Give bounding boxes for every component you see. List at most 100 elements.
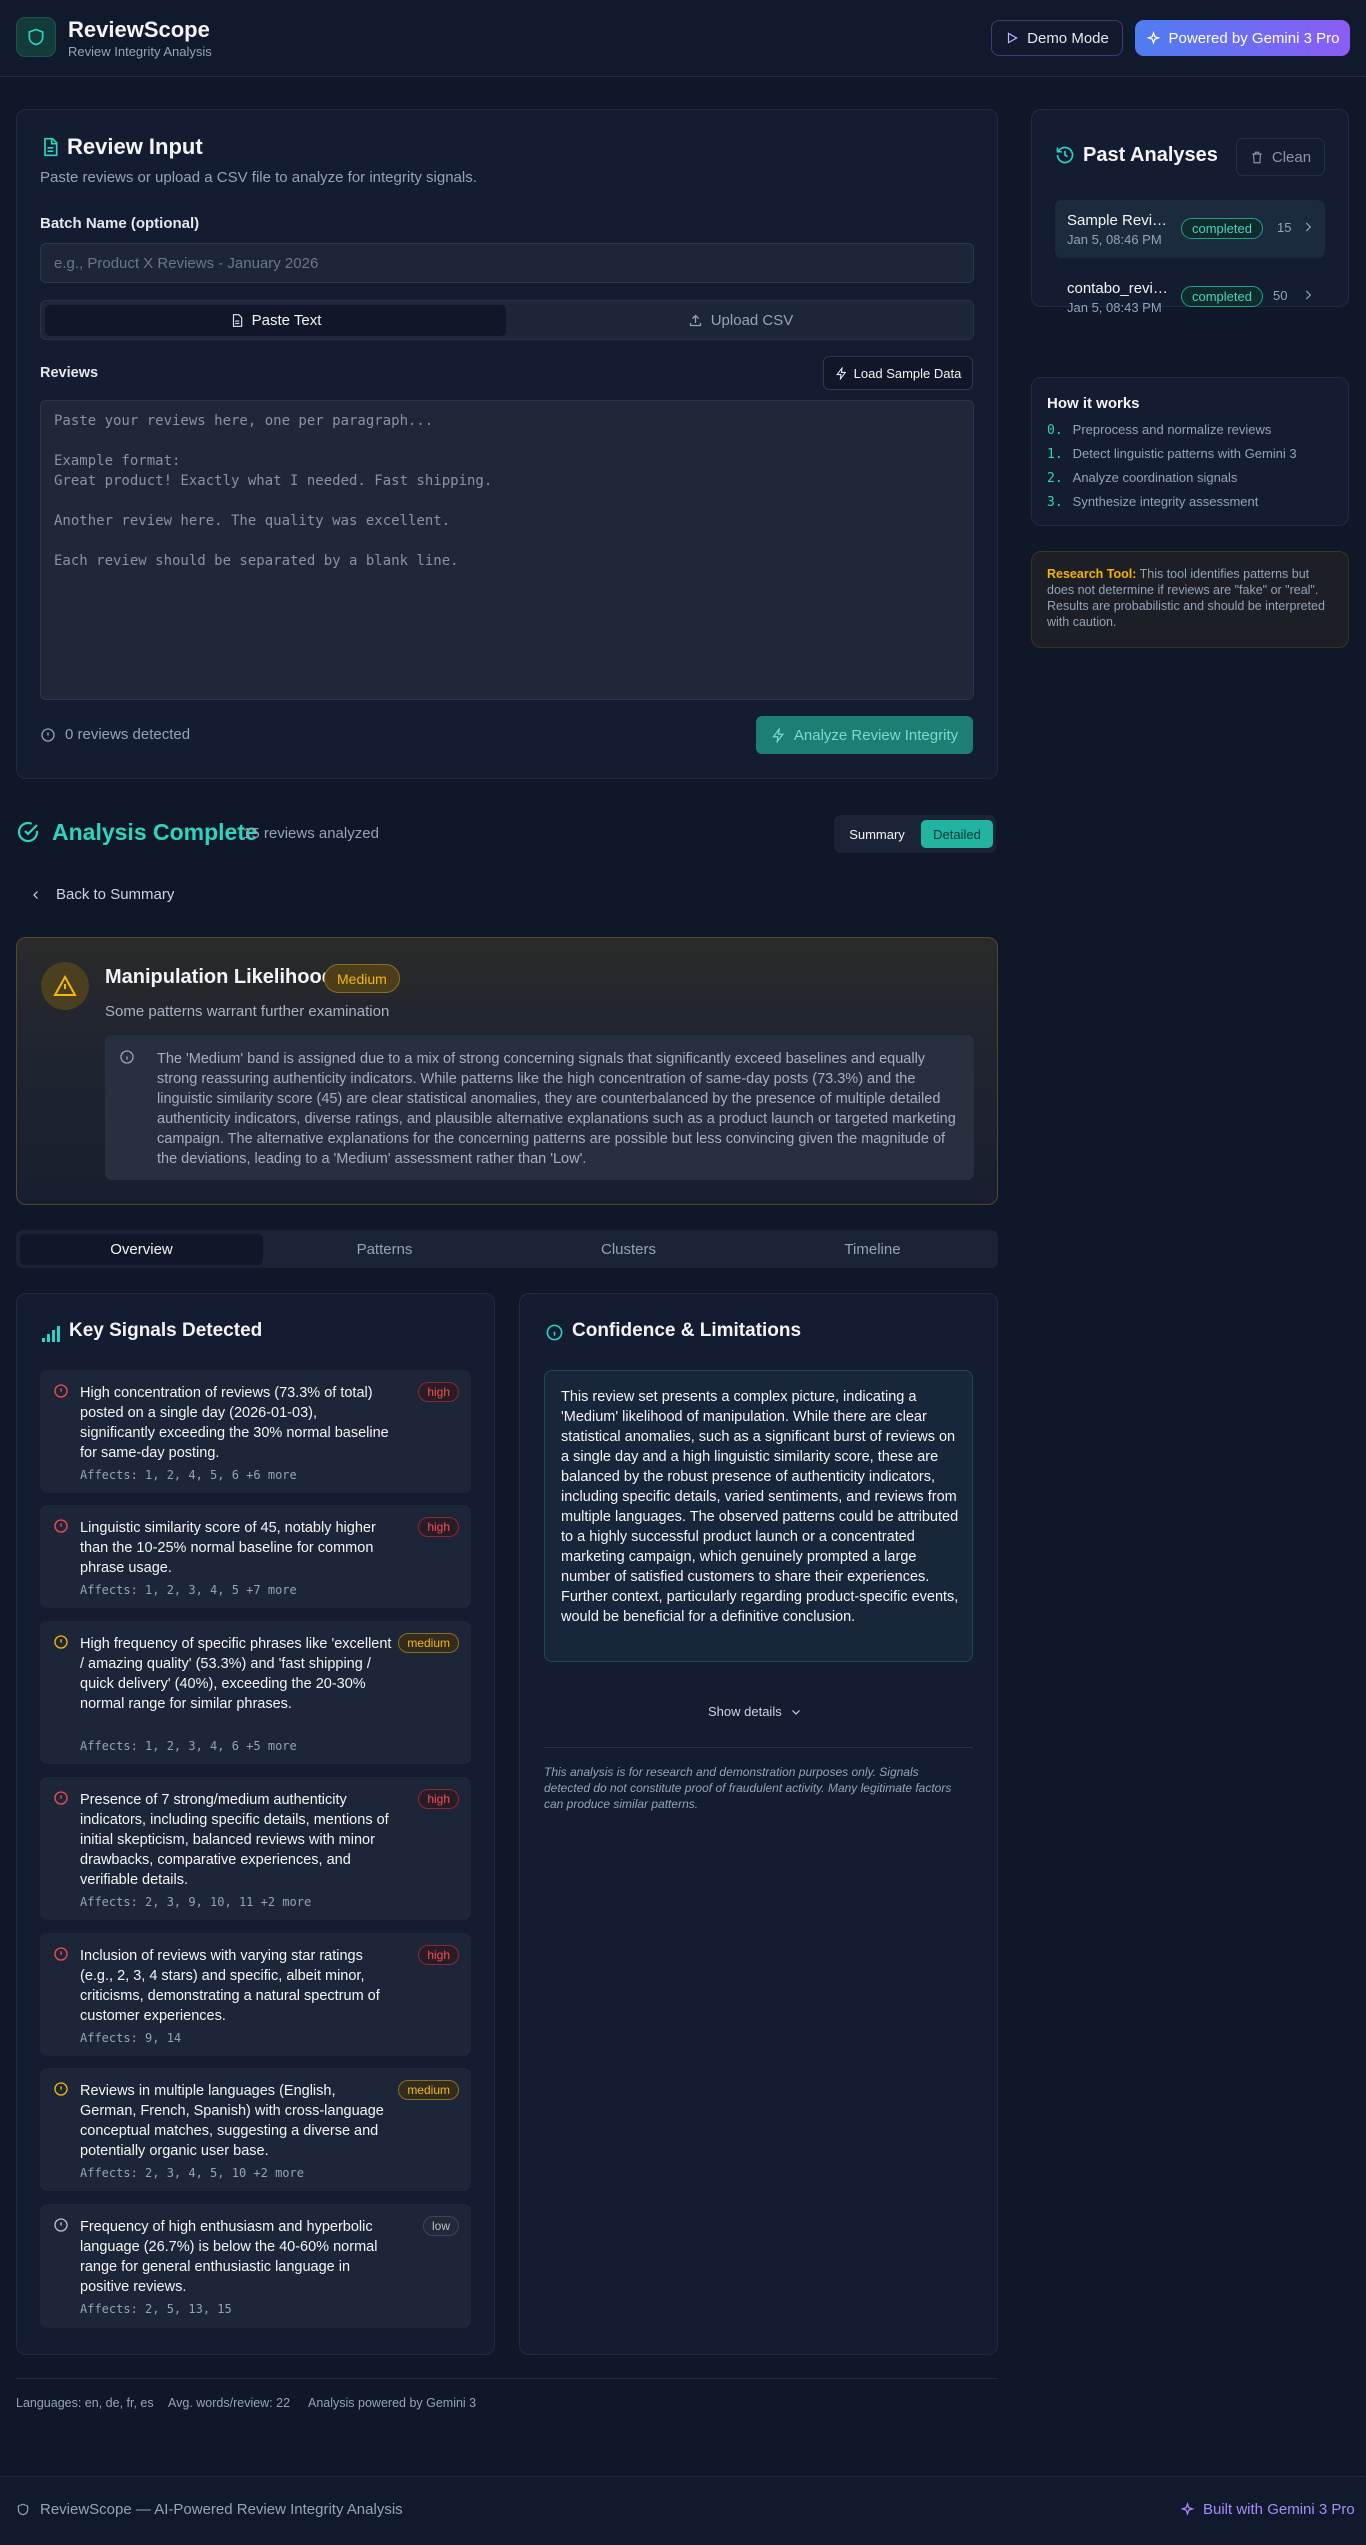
- summary-view-button[interactable]: Summary: [838, 820, 916, 848]
- step-number: 1.: [1047, 447, 1063, 462]
- document-icon: [44, 137, 58, 157]
- batch-name-label: Batch Name (optional): [40, 215, 200, 232]
- tab-paste-text[interactable]: Paste Text: [45, 305, 506, 336]
- severity-badge: high: [418, 1382, 459, 1402]
- play-icon: [1008, 32, 1018, 44]
- signal-affects: Affects: 1, 2, 4, 5, 6 +6 more: [80, 1468, 297, 1482]
- input-mode-toggle: Paste Text Upload CSV: [40, 300, 974, 340]
- show-details-button[interactable]: Show details: [708, 1704, 802, 1719]
- signal-affects: Affects: 1, 2, 3, 4, 5 +7 more: [80, 1583, 297, 1597]
- avg-words-meta: Avg. words/review: 22: [168, 2396, 291, 2410]
- built-with-label: Built with Gemini 3 Pro: [1203, 2501, 1355, 2518]
- review-input-subtitle: Paste reviews or upload a CSV file to an…: [40, 169, 477, 186]
- check-circle-icon: [17, 821, 39, 843]
- brand-title: ReviewScope: [68, 17, 210, 42]
- research-tool-text: Research Tool: This tool identifies patt…: [1047, 566, 1337, 630]
- load-sample-data-button[interactable]: Load Sample Data: [823, 356, 973, 390]
- detailed-view-button[interactable]: Detailed: [921, 820, 993, 848]
- past-analysis-date: Jan 5, 08:46 PM: [1067, 232, 1162, 247]
- warning-icon: [53, 974, 77, 996]
- past-analysis-item[interactable]: contabo_reviews Jan 5, 08:43 PM complete…: [1055, 268, 1325, 326]
- chevron-right-icon: [1305, 290, 1312, 300]
- key-signals-title: Key Signals Detected: [69, 1320, 263, 1341]
- shield-icon: [17, 2503, 29, 2516]
- alert-circle-icon: [54, 1791, 68, 1805]
- back-to-summary-link[interactable]: Back to Summary: [30, 886, 174, 903]
- reviews-detected-text: 0 reviews detected: [65, 726, 191, 743]
- signal-text: High concentration of reviews (73.3% of …: [80, 1385, 389, 1461]
- signal-text: High frequency of specific phrases like …: [80, 1636, 392, 1712]
- signal-affects: Affects: 2, 3, 4, 5, 10 +2 more: [80, 2166, 304, 2180]
- tab-patterns[interactable]: Patterns: [263, 1234, 506, 1265]
- signal-item: Frequency of high enthusiasm and hyperbo…: [40, 2204, 471, 2328]
- analyze-label: Analyze Review Integrity: [793, 726, 959, 744]
- load-sample-data-label: Load Sample Data: [853, 365, 962, 381]
- past-analysis-item[interactable]: Sample Reviews Jan 5, 08:46 PM completed…: [1055, 200, 1325, 258]
- tab-overview[interactable]: Overview: [20, 1234, 263, 1265]
- signal-text: Frequency of high enthusiasm and hyperbo…: [80, 2219, 378, 2295]
- powered-by-label: Powered by Gemini 3 Pro: [1168, 29, 1340, 47]
- analyze-review-integrity-button[interactable]: Analyze Review Integrity: [756, 716, 973, 754]
- lightning-icon: [772, 727, 784, 743]
- how-step: 3. Synthesize integrity assessment: [1047, 494, 1258, 510]
- batch-name-input[interactable]: [40, 243, 974, 283]
- logo: [16, 17, 56, 57]
- powered-meta: Analysis powered by Gemini 3: [308, 2396, 477, 2410]
- warning-badge: [41, 962, 89, 1010]
- built-with-gemini-link[interactable]: Built with Gemini 3 Pro: [1180, 2501, 1355, 2518]
- step-number: 2.: [1047, 471, 1063, 486]
- past-analysis-name: Sample Reviews: [1067, 212, 1175, 229]
- chevron-left-icon: [33, 890, 38, 899]
- signal-affects: Affects: 2, 5, 13, 15: [80, 2302, 232, 2316]
- app-header: ReviewScope Review Integrity Analysis De…: [0, 0, 1366, 77]
- signal-text: Reviews in multiple languages (English, …: [80, 2083, 384, 2159]
- clean-button[interactable]: Clean: [1236, 138, 1325, 176]
- severity-badge: high: [418, 1517, 459, 1537]
- tab-clusters[interactable]: Clusters: [507, 1234, 750, 1265]
- divider: [16, 2378, 998, 2379]
- how-step: 2. Analyze coordination signals: [1047, 470, 1237, 486]
- step-text: Synthesize integrity assessment: [1072, 494, 1259, 509]
- signal-affects: Affects: 1, 2, 3, 4, 6 +5 more: [80, 1739, 297, 1753]
- step-number: 3.: [1047, 495, 1063, 510]
- reviews-detected-count: 0 reviews detected: [40, 726, 190, 743]
- signal-bars-icon: [42, 1326, 60, 1342]
- severity-badge: high: [418, 1789, 459, 1809]
- demo-mode-label: Demo Mode: [1027, 29, 1109, 47]
- shield-icon: [28, 28, 44, 46]
- chevron-down-icon: [791, 1709, 800, 1715]
- alert-circle-icon: [54, 2218, 68, 2232]
- alert-circle-icon: [54, 1384, 68, 1398]
- status-badge: completed: [1181, 218, 1263, 239]
- tab-paste-text-label: Paste Text: [251, 312, 322, 329]
- disclaimer-text: This analysis is for research and demons…: [544, 1765, 952, 1811]
- tab-timeline[interactable]: Timeline: [751, 1234, 994, 1265]
- confidence-limitations-title: Confidence & Limitations: [572, 1320, 802, 1341]
- sparkle-icon: [1180, 2502, 1195, 2516]
- show-details-label: Show details: [708, 1704, 782, 1719]
- brand-subtitle: Review Integrity Analysis: [68, 44, 212, 59]
- signal-item: High concentration of reviews (73.3% of …: [40, 1370, 471, 1493]
- tab-upload-csv[interactable]: Upload CSV: [510, 305, 971, 336]
- past-analysis-count: 50: [1273, 288, 1288, 303]
- tab-upload-csv-label: Upload CSV: [710, 312, 794, 329]
- file-text-icon: [232, 314, 242, 327]
- step-text: Analyze coordination signals: [1072, 470, 1238, 485]
- clean-label: Clean: [1271, 148, 1312, 166]
- powered-by-gemini-button[interactable]: Powered by Gemini 3 Pro: [1135, 20, 1350, 56]
- past-analysis-name: contabo_reviews: [1067, 280, 1175, 297]
- analysis-complete-title: Analysis Complete: [52, 819, 258, 845]
- signal-item: Reviews in multiple languages (English, …: [40, 2068, 471, 2191]
- languages-meta: Languages: en, de, fr, es: [16, 2396, 154, 2410]
- alert-circle-icon: [54, 1635, 68, 1649]
- chevron-right-icon: [1305, 222, 1312, 232]
- footer-brand-text: ReviewScope — AI-Powered Review Integrit…: [40, 2501, 403, 2518]
- demo-mode-button[interactable]: Demo Mode: [991, 20, 1123, 56]
- research-tool-label: Research Tool:: [1047, 567, 1137, 581]
- past-analysis-date: Jan 5, 08:43 PM: [1067, 300, 1162, 315]
- reviews-label: Reviews: [40, 365, 99, 381]
- signal-affects: Affects: 9, 14: [80, 2031, 182, 2045]
- severity-badge: high: [418, 1945, 459, 1965]
- reviews-textarea[interactable]: [40, 400, 974, 700]
- signal-text: Inclusion of reviews with varying star r…: [80, 1948, 380, 2024]
